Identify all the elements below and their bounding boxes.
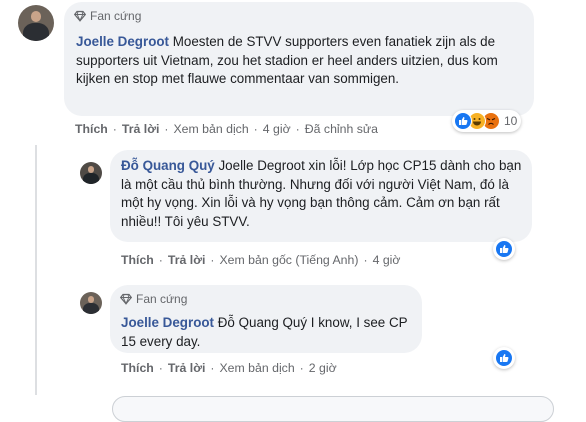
avatar-body bbox=[83, 303, 99, 314]
avatar[interactable] bbox=[18, 5, 54, 41]
avatar-body bbox=[23, 23, 49, 41]
like-icon bbox=[495, 240, 513, 258]
avatar[interactable] bbox=[80, 162, 102, 184]
comment-text: Joelle Degroot Đỗ Quang Quý I know, I se… bbox=[121, 314, 413, 351]
reply-link[interactable]: Trả lời bbox=[168, 253, 205, 267]
diamond-icon bbox=[74, 10, 86, 22]
like-link[interactable]: Thích bbox=[121, 253, 154, 267]
comment-text: Đỗ Quang Quý Joelle Degroot xin lỗi! Lớp… bbox=[121, 157, 523, 231]
avatar[interactable] bbox=[80, 292, 102, 314]
comment-actions: Thích · Trả lời · Xem bản dịch · 4 giờ ·… bbox=[75, 122, 378, 136]
like-icon bbox=[454, 112, 472, 130]
translate-link[interactable]: Xem bản dịch bbox=[173, 122, 248, 136]
see-original-link[interactable]: Xem bản gốc (Tiếng Anh) bbox=[219, 253, 358, 267]
avatar-face bbox=[30, 11, 42, 23]
reply-link[interactable]: Trả lời bbox=[122, 122, 159, 136]
separator: · bbox=[210, 361, 215, 375]
separator: · bbox=[299, 361, 304, 375]
avatar-body bbox=[83, 173, 99, 184]
reaction-summary[interactable] bbox=[493, 238, 515, 260]
separator: · bbox=[158, 361, 163, 375]
like-link[interactable]: Thích bbox=[121, 361, 154, 375]
like-link[interactable]: Thích bbox=[75, 122, 108, 136]
separator: · bbox=[253, 122, 258, 136]
comment-text: Joelle Degroot Moesten de STVV supporter… bbox=[76, 33, 528, 89]
author-name[interactable]: Đỗ Quang Quý bbox=[121, 158, 215, 173]
reply-input[interactable] bbox=[112, 396, 554, 422]
reply-bubble: Đỗ Quang Quý Joelle Degroot xin lỗi! Lớp… bbox=[110, 150, 532, 242]
reply-actions: Thích · Trả lời · Xem bản dịch · 2 giờ bbox=[121, 361, 337, 375]
separator: · bbox=[210, 253, 215, 267]
timestamp[interactable]: 2 giờ bbox=[309, 361, 337, 375]
avatar-face bbox=[87, 295, 95, 303]
reply-actions: Thích · Trả lời · Xem bản gốc (Tiếng Anh… bbox=[121, 253, 400, 267]
reaction-summary[interactable] bbox=[493, 347, 515, 369]
reaction-count: 10 bbox=[504, 114, 518, 128]
translate-link[interactable]: Xem bản dịch bbox=[219, 361, 294, 375]
reply-bubble: Fan cứng Joelle Degroot Đỗ Quang Quý I k… bbox=[110, 285, 422, 353]
author-name[interactable]: Joelle Degroot bbox=[76, 34, 169, 49]
separator: · bbox=[363, 253, 368, 267]
thread-line bbox=[35, 145, 37, 395]
separator: · bbox=[164, 122, 169, 136]
author-name[interactable]: Joelle Degroot bbox=[121, 315, 214, 330]
timestamp[interactable]: 4 giờ bbox=[373, 253, 401, 267]
separator: · bbox=[158, 253, 163, 267]
fan-badge: Fan cứng bbox=[74, 9, 141, 23]
timestamp[interactable]: 4 giờ bbox=[263, 122, 291, 136]
badge-label: Fan cứng bbox=[90, 9, 142, 23]
avatar-face bbox=[87, 165, 95, 173]
diamond-icon bbox=[120, 293, 132, 305]
badge-label: Fan cứng bbox=[136, 292, 188, 306]
reaction-summary[interactable]: 10 bbox=[452, 110, 522, 132]
like-icon bbox=[495, 349, 513, 367]
separator: · bbox=[112, 122, 117, 136]
comment-bubble: Fan cứng Joelle Degroot Moesten de STVV … bbox=[64, 2, 534, 116]
separator: · bbox=[295, 122, 300, 136]
fan-badge: Fan cứng bbox=[120, 292, 187, 306]
reply-link[interactable]: Trả lời bbox=[168, 361, 205, 375]
edited-label[interactable]: Đã chỉnh sửa bbox=[305, 122, 378, 136]
